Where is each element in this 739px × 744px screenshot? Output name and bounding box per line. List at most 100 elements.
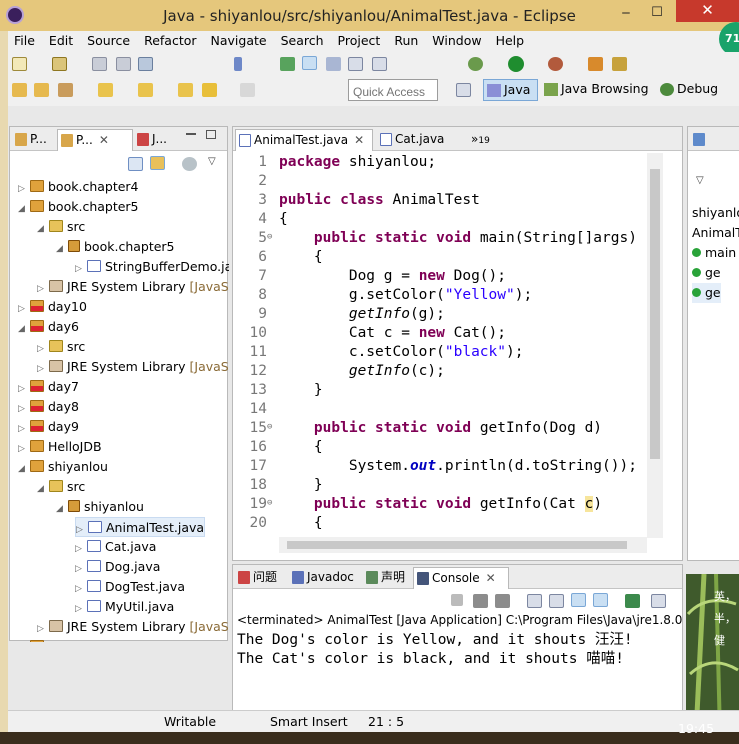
expanded-arrow-icon[interactable]: ◢ xyxy=(56,239,68,259)
code-line[interactable]: { xyxy=(279,210,288,229)
collapsed-arrow-icon[interactable]: ▷ xyxy=(75,559,87,579)
expanded-arrow-icon[interactable]: ◢ xyxy=(18,319,30,339)
tree-item[interactable]: ▷ AnimalTest.java xyxy=(75,517,206,537)
code-line[interactable]: } xyxy=(279,476,323,495)
collapsed-arrow-icon[interactable]: ▷ xyxy=(18,179,30,199)
menu-file[interactable]: File xyxy=(14,31,35,52)
tab-problems[interactable]: 问题 xyxy=(235,567,287,589)
show-whitespace-icon[interactable] xyxy=(348,57,363,71)
back-arrow-icon[interactable] xyxy=(202,83,217,97)
minimize-view-icon[interactable] xyxy=(186,133,196,135)
tree-item[interactable]: ▷ JRE System Library [JavaSE-1.8] xyxy=(37,277,229,297)
open-type-icon[interactable] xyxy=(612,57,627,71)
debug-icon[interactable] xyxy=(468,57,483,71)
close-button[interactable]: ✕ xyxy=(676,0,739,22)
show-on-stdout-icon[interactable] xyxy=(571,593,586,607)
maximize-view-icon[interactable] xyxy=(206,130,216,139)
outline-method-getinfo-cat[interactable]: ge xyxy=(692,283,721,303)
collapsed-arrow-icon[interactable]: ▷ xyxy=(18,419,30,439)
maximize-button[interactable]: ☐ xyxy=(644,4,670,24)
tree-item[interactable]: ◢ shiyanlou xyxy=(18,457,108,477)
pin-console-icon[interactable] xyxy=(625,594,640,608)
wrench-icon[interactable] xyxy=(58,83,73,97)
scroll-thumb[interactable] xyxy=(287,541,627,549)
fold-toggle-icon[interactable]: ⊖ xyxy=(267,422,272,432)
code-line[interactable]: c.setColor("black"); xyxy=(279,343,524,362)
run-icon[interactable] xyxy=(508,56,524,72)
last-edit-icon[interactable] xyxy=(178,83,193,97)
show-on-stderr-icon[interactable] xyxy=(593,593,608,607)
clear-console-icon[interactable] xyxy=(527,594,542,608)
code-line[interactable]: public static void getInfo(Dog d) xyxy=(279,419,602,438)
menu-run[interactable]: Run xyxy=(394,31,418,52)
tree-item[interactable]: ▷ DogTest.java xyxy=(75,577,185,597)
editor-vertical-scrollbar[interactable] xyxy=(647,153,663,538)
code-line[interactable]: getInfo(g); xyxy=(279,305,445,324)
outline-menu-icon[interactable]: ▽ xyxy=(696,175,704,186)
tab-package-explorer[interactable]: P... ✕ xyxy=(57,129,133,151)
collapsed-arrow-icon[interactable]: ▷ xyxy=(18,639,30,642)
tab-cat-java[interactable]: Cat.java xyxy=(377,129,457,151)
menu-source[interactable]: Source xyxy=(87,31,130,52)
collapsed-arrow-icon[interactable]: ▷ xyxy=(18,299,30,319)
collapsed-arrow-icon[interactable]: ▷ xyxy=(18,399,30,419)
minimize-button[interactable]: ‒ xyxy=(613,4,639,24)
tree-item[interactable]: ▷ Cat.java xyxy=(75,537,156,557)
remove-all-icon[interactable] xyxy=(495,594,510,608)
code-line[interactable]: System.out.println(d.toString()); xyxy=(279,457,637,476)
collapsed-arrow-icon[interactable]: ▷ xyxy=(75,539,87,559)
menu-window[interactable]: Window xyxy=(432,31,481,52)
code-line[interactable]: { xyxy=(279,514,323,533)
outline-method-main[interactable]: main xyxy=(692,243,736,263)
expanded-arrow-icon[interactable]: ◢ xyxy=(37,219,49,239)
open-folder-2-icon[interactable] xyxy=(34,83,49,97)
prev-annotation-icon[interactable] xyxy=(138,83,153,97)
tree-item[interactable]: ◢ shiyanlou xyxy=(56,497,144,517)
collapsed-arrow-icon[interactable]: ▷ xyxy=(18,379,30,399)
highlight-icon[interactable] xyxy=(302,56,317,70)
editor-horizontal-scrollbar[interactable] xyxy=(279,537,647,553)
tree-item[interactable]: ▷ src xyxy=(37,337,85,357)
tab-console[interactable]: Console ✕ xyxy=(413,567,509,589)
collapsed-arrow-icon[interactable]: ▷ xyxy=(75,599,87,619)
tab-junit[interactable]: J... xyxy=(134,129,178,151)
view-menu-icon[interactable] xyxy=(182,157,197,171)
code-line[interactable]: g.setColor("Yellow"); xyxy=(279,286,532,305)
view-menu-arrow-icon[interactable]: ▽ xyxy=(208,156,216,167)
tree-item[interactable]: ◢ day6 xyxy=(18,317,79,337)
scroll-thumb[interactable] xyxy=(650,169,660,459)
collapsed-arrow-icon[interactable]: ▷ xyxy=(75,579,87,599)
menu-refactor[interactable]: Refactor xyxy=(144,31,196,52)
code-line[interactable]: public static void getInfo(Cat c) xyxy=(279,495,602,514)
tree-item[interactable]: ◢ src xyxy=(37,477,85,497)
tree-item[interactable]: ▷ TDDDemo xyxy=(18,637,112,642)
save-icon[interactable] xyxy=(92,57,107,71)
code-area[interactable]: package shiyanlou; public class AnimalTes… xyxy=(279,153,667,538)
search-annotation-icon[interactable] xyxy=(280,57,295,71)
tree-item[interactable]: ◢ book.chapter5 xyxy=(18,197,139,217)
pin-icon[interactable] xyxy=(234,57,242,71)
tree-item[interactable]: ◢ book.chapter5 xyxy=(56,237,175,257)
fold-toggle-icon[interactable]: ⊖ xyxy=(267,232,272,242)
fold-toggle-icon[interactable]: ⊖ xyxy=(267,498,272,508)
tree-item[interactable]: ▷ day8 xyxy=(18,397,79,417)
new-java-project-icon[interactable] xyxy=(52,57,67,71)
new-class-icon[interactable] xyxy=(588,57,603,71)
tree-item[interactable]: ▷ day9 xyxy=(18,417,79,437)
tree-item[interactable]: ▷ day7 xyxy=(18,377,79,397)
tree-item[interactable]: ▷ JRE System Library [JavaSE-1.8] xyxy=(37,357,229,377)
tree-item[interactable]: ◢ src xyxy=(37,217,85,237)
perspective-java-browsing[interactable]: Java Browsing xyxy=(541,79,653,101)
collapse-all-icon[interactable] xyxy=(128,157,143,171)
collapsed-arrow-icon[interactable]: ▷ xyxy=(37,279,49,299)
forward-arrow-icon[interactable] xyxy=(240,83,255,97)
code-line[interactable]: public class AnimalTest xyxy=(279,191,480,210)
menu-search[interactable]: Search xyxy=(281,31,324,52)
close-tab-icon[interactable]: ✕ xyxy=(99,133,109,147)
code-line[interactable]: package shiyanlou; xyxy=(279,153,436,172)
tree-item[interactable]: ▷ book.chapter4 xyxy=(18,177,139,197)
collapsed-arrow-icon[interactable]: ▷ xyxy=(18,439,30,459)
code-line[interactable]: } xyxy=(279,381,323,400)
code-line[interactable]: { xyxy=(279,248,323,267)
code-line[interactable]: getInfo(c); xyxy=(279,362,445,381)
